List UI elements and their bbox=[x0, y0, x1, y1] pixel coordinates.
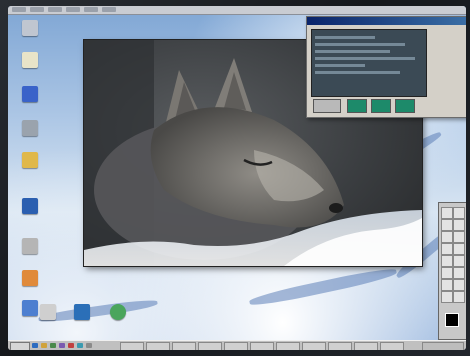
quick-launch-desktop-icon[interactable] bbox=[86, 343, 92, 348]
menu-item[interactable] bbox=[84, 7, 98, 12]
my-computer-icon bbox=[22, 20, 38, 36]
brush-tool-icon[interactable] bbox=[441, 243, 453, 255]
list-item bbox=[315, 36, 375, 39]
menu-item[interactable] bbox=[48, 7, 62, 12]
shortcut-icon bbox=[22, 270, 38, 286]
list-item bbox=[315, 43, 405, 46]
taskbar-window-button[interactable] bbox=[354, 342, 378, 350]
menu-item[interactable] bbox=[30, 7, 44, 12]
dialog-button-3[interactable] bbox=[395, 99, 415, 113]
quick-launch-browser-icon[interactable] bbox=[32, 343, 38, 348]
taskbar-window-button[interactable] bbox=[172, 342, 196, 350]
pen-tool-icon[interactable] bbox=[441, 267, 453, 279]
tool-palette bbox=[438, 202, 466, 340]
text-tool-icon[interactable] bbox=[453, 267, 465, 279]
recycle-bin-icon bbox=[22, 120, 38, 136]
taskbar-window-button[interactable] bbox=[276, 342, 300, 350]
network-icon bbox=[22, 86, 38, 102]
desktop-icon-globe[interactable] bbox=[64, 304, 100, 322]
menu-item[interactable] bbox=[102, 7, 116, 12]
desktop-icon-my-computer[interactable] bbox=[12, 20, 48, 38]
desktop-icon-folder[interactable] bbox=[12, 152, 48, 170]
foreground-color-swatch[interactable] bbox=[445, 313, 459, 327]
list-item bbox=[315, 50, 390, 53]
folder-icon bbox=[22, 152, 38, 168]
desktop-icon-app2[interactable] bbox=[100, 304, 136, 322]
dialog-button-0[interactable] bbox=[313, 99, 341, 113]
lasso-tool-icon[interactable] bbox=[441, 219, 453, 231]
menu-item[interactable] bbox=[66, 7, 80, 12]
taskbar-window-button[interactable] bbox=[302, 342, 326, 350]
desktop-icon-app[interactable] bbox=[12, 198, 48, 216]
documents-icon bbox=[22, 52, 38, 68]
marquee-tool-icon[interactable] bbox=[441, 207, 453, 219]
quick-launch-tool-icon[interactable] bbox=[77, 343, 83, 348]
taskbar-window-button[interactable] bbox=[380, 342, 404, 350]
move-tool-icon[interactable] bbox=[453, 207, 465, 219]
globe-icon bbox=[74, 304, 90, 320]
dialog-title bbox=[307, 28, 310, 34]
dialog-button-1[interactable] bbox=[347, 99, 367, 113]
wand-tool-icon[interactable] bbox=[453, 219, 465, 231]
taskbar bbox=[8, 340, 466, 350]
top-menu-bar bbox=[8, 6, 466, 15]
system-tray bbox=[422, 342, 464, 350]
quick-launch-app-icon[interactable] bbox=[50, 343, 56, 348]
desktop-icon-documents[interactable] bbox=[12, 52, 48, 70]
app-icon bbox=[22, 198, 38, 214]
list-item bbox=[315, 64, 365, 67]
hand-tool-icon[interactable] bbox=[441, 291, 453, 303]
start-button[interactable] bbox=[10, 342, 30, 350]
quick-launch-folder-icon[interactable] bbox=[41, 343, 47, 348]
gradient-tool-icon[interactable] bbox=[453, 255, 465, 267]
desktop-icon-network[interactable] bbox=[12, 86, 48, 104]
desktop-icon-printer[interactable] bbox=[30, 304, 66, 322]
desktop-icon-recycle-bin[interactable] bbox=[12, 120, 48, 138]
dialog-titlebar[interactable] bbox=[307, 17, 466, 25]
desktop-icon-drive[interactable] bbox=[12, 238, 48, 256]
taskbar-window-button[interactable] bbox=[250, 342, 274, 350]
quick-launch-mail-icon[interactable] bbox=[68, 343, 74, 348]
printer-icon bbox=[40, 304, 56, 320]
list-item bbox=[315, 71, 400, 74]
drive-icon bbox=[22, 238, 38, 254]
monitor-bezel bbox=[0, 0, 470, 356]
wallpaper-ridge bbox=[248, 265, 398, 309]
menu-item[interactable] bbox=[12, 7, 26, 12]
zoom-tool-icon[interactable] bbox=[453, 291, 465, 303]
dialog-button-2[interactable] bbox=[371, 99, 391, 113]
crop-tool-icon[interactable] bbox=[441, 231, 453, 243]
shape-tool-icon[interactable] bbox=[441, 279, 453, 291]
dialog-preview-panel bbox=[311, 29, 427, 97]
list-item bbox=[315, 57, 415, 60]
taskbar-window-button[interactable] bbox=[328, 342, 352, 350]
taskbar-window-button[interactable] bbox=[146, 342, 170, 350]
slice-tool-icon[interactable] bbox=[453, 231, 465, 243]
app2-icon bbox=[110, 304, 126, 320]
eraser-tool-icon[interactable] bbox=[441, 255, 453, 267]
stamp-tool-icon[interactable] bbox=[453, 243, 465, 255]
taskbar-window-button[interactable] bbox=[120, 342, 144, 350]
taskbar-window-button[interactable] bbox=[224, 342, 248, 350]
taskbar-window-button[interactable] bbox=[198, 342, 222, 350]
dialog-window[interactable] bbox=[306, 16, 466, 118]
desktop-screen bbox=[8, 6, 466, 350]
desktop-icon-shortcut[interactable] bbox=[12, 270, 48, 288]
quick-launch-media-icon[interactable] bbox=[59, 343, 65, 348]
eyedropper-tool-icon[interactable] bbox=[453, 279, 465, 291]
